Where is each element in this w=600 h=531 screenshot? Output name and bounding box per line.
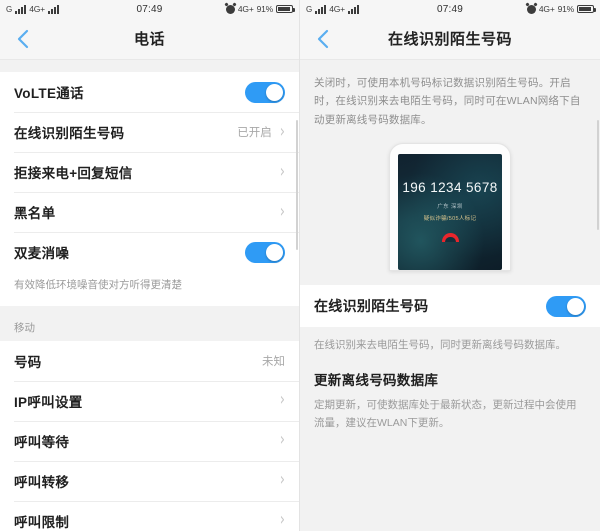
right-title-bar: 在线识别陌生号码 <box>300 18 600 60</box>
row-label: 拒接来电+回复短信 <box>14 166 133 181</box>
row-label: 在线识别陌生号码 <box>314 298 429 315</box>
row-call-barring[interactable]: 呼叫限制 › <box>0 500 299 531</box>
left-scroll-content[interactable]: VoLTE通话 在线识别陌生号码 已开启 › 拒接来电+回复短信 › 黑名单 ›… <box>0 60 299 531</box>
battery-icon <box>276 5 295 13</box>
row-control: › <box>279 201 285 223</box>
status-bar-right-group: 4G+ 91% <box>526 4 596 14</box>
update-database-section: 在线识别来去电陌生号码，同时更新离线号码数据库。 更新离线号码数据库 定期更新，… <box>300 327 600 433</box>
incoming-call-number: 196 1234 5678 <box>402 180 498 196</box>
right-scroll-content[interactable]: 关闭时，可使用本机号码标记数据识别陌生号码。开启时，在线识别来去电陌生号码，同时… <box>300 60 600 531</box>
top-spacer-left <box>0 60 299 72</box>
row-label: 在线识别陌生号码 <box>14 126 125 141</box>
row-ip-call-settings[interactable]: IP呼叫设置 › <box>0 380 299 421</box>
row-value-enabled: 已开启 <box>237 127 272 139</box>
hangup-call-icon <box>441 233 459 243</box>
chevron-right-icon: › <box>279 161 285 183</box>
row-control: › <box>279 430 285 451</box>
chevron-right-icon: › <box>279 430 285 451</box>
row-label: 黑名单 <box>14 206 56 221</box>
phone-preview-illustration: 196 1234 5678 广东 深圳 疑似诈骗/505人标记 <box>300 139 600 286</box>
incoming-call-location: 广东 深圳 <box>437 204 463 211</box>
back-button-left[interactable] <box>0 18 46 60</box>
row-reject-call-reply-sms[interactable]: 拒接来电+回复短信 › <box>0 152 299 192</box>
row-control: › <box>279 510 285 531</box>
settings-group-call: VoLTE通话 在线识别陌生号码 已开启 › 拒接来电+回复短信 › 黑名单 ›… <box>0 72 299 306</box>
online-identify-note: 在线识别来去电陌生号码，同时更新离线号码数据库。 <box>314 339 566 352</box>
row-control <box>245 241 285 263</box>
alarm-clock-icon <box>526 4 536 14</box>
row-call-waiting[interactable]: 呼叫等待 › <box>0 420 299 461</box>
chevron-right-icon: › <box>279 121 285 143</box>
row-label: 呼叫等待 <box>14 434 70 450</box>
row-control: 已开启 › <box>237 121 285 143</box>
row-volte-call[interactable]: VoLTE通话 <box>0 72 299 112</box>
note-dual-mic: 有效降低环境噪音使对方听得更清楚 <box>0 272 299 306</box>
online-identify-toggle-group: 在线识别陌生号码 <box>300 285 600 328</box>
row-label: 呼叫限制 <box>14 514 70 530</box>
left-screen-phone-settings: G 4G+ 07:49 4G+ 91% 电话 VoLTE通话 在线识别陌生号码 … <box>0 0 300 531</box>
row-online-identify-unknown[interactable]: 在线识别陌生号码 已开启 › <box>0 112 299 152</box>
back-button-right[interactable] <box>300 18 346 60</box>
chevron-right-icon: › <box>279 470 285 491</box>
settings-group-mobile: 号码 未知 IP呼叫设置 › 呼叫等待 › 呼叫转移 › 呼叫限制 › <box>0 340 299 531</box>
row-blacklist[interactable]: 黑名单 › <box>0 192 299 232</box>
alarm-clock-icon <box>225 4 235 14</box>
toggle-online-identify[interactable] <box>546 295 586 317</box>
row-number[interactable]: 号码 未知 <box>0 340 299 381</box>
status-bar-right: G 4G+ 07:49 4G+ 91% <box>300 0 600 18</box>
toggle-dual-mic-noise-reduction[interactable] <box>245 241 285 263</box>
feature-description: 关闭时，可使用本机号码标记数据识别陌生号码。开启时，在线识别来去电陌生号码，同时… <box>300 60 600 140</box>
network-type-label-right: 4G+ <box>237 4 254 14</box>
row-control: 未知 <box>262 353 285 369</box>
scrollbar-left[interactable] <box>296 120 298 250</box>
row-value-unknown: 未知 <box>262 355 285 368</box>
row-label: IP呼叫设置 <box>14 394 83 410</box>
dual-screenshot-container: G 4G+ 07:49 4G+ 91% 电话 VoLTE通话 在线识别陌生号码 … <box>0 0 600 531</box>
battery-percent-label: 91% <box>557 4 575 14</box>
chevron-left-icon <box>317 29 329 48</box>
incoming-call-spam-tag: 疑似诈骗/505人标记 <box>423 216 477 223</box>
row-label: 双麦消噪 <box>14 246 70 261</box>
row-label: 号码 <box>14 354 42 370</box>
row-control <box>245 81 285 103</box>
battery-icon <box>577 5 596 13</box>
battery-percent-label: 91% <box>256 4 274 14</box>
chevron-left-icon <box>17 29 29 48</box>
chevron-right-icon: › <box>279 201 285 223</box>
left-title-bar: 电话 <box>0 18 299 60</box>
chevron-right-icon: › <box>279 510 285 531</box>
status-bar-left: G 4G+ 07:49 4G+ 91% <box>0 0 299 18</box>
update-database-description: 定期更新，可使数据库处于最新状态，更新过程中会使用流量，建议在WLAN下更新。 <box>314 398 577 429</box>
update-database-title[interactable]: 更新离线号码数据库 <box>300 355 600 389</box>
phone-device-frame: 196 1234 5678 广东 深圳 疑似诈骗/505人标记 <box>389 143 511 272</box>
row-online-identify-toggle[interactable]: 在线识别陌生号码 <box>300 285 600 328</box>
toggle-volte-call[interactable] <box>245 81 285 103</box>
chevron-right-icon: › <box>279 390 285 411</box>
row-control: › <box>279 390 285 411</box>
row-label: VoLTE通话 <box>14 86 84 101</box>
row-control: › <box>279 161 285 183</box>
incoming-call-screen: 196 1234 5678 广东 深圳 疑似诈骗/505人标记 <box>398 154 502 271</box>
network-type-label-right: 4G+ <box>538 4 555 14</box>
row-dual-mic-noise-reduction[interactable]: 双麦消噪 <box>0 232 299 272</box>
section-header-mobile: 移动 <box>0 305 299 341</box>
scrollbar-right[interactable] <box>597 120 599 230</box>
status-bar-right-group: 4G+ 91% <box>225 4 295 14</box>
row-control <box>546 295 586 317</box>
row-label: 呼叫转移 <box>14 474 70 490</box>
row-control: › <box>279 470 285 491</box>
row-call-forwarding[interactable]: 呼叫转移 › <box>0 460 299 501</box>
right-screen-online-identify: G 4G+ 07:49 4G+ 91% 在线识别陌生号码 关闭时，可使用本机号码… <box>300 0 600 531</box>
